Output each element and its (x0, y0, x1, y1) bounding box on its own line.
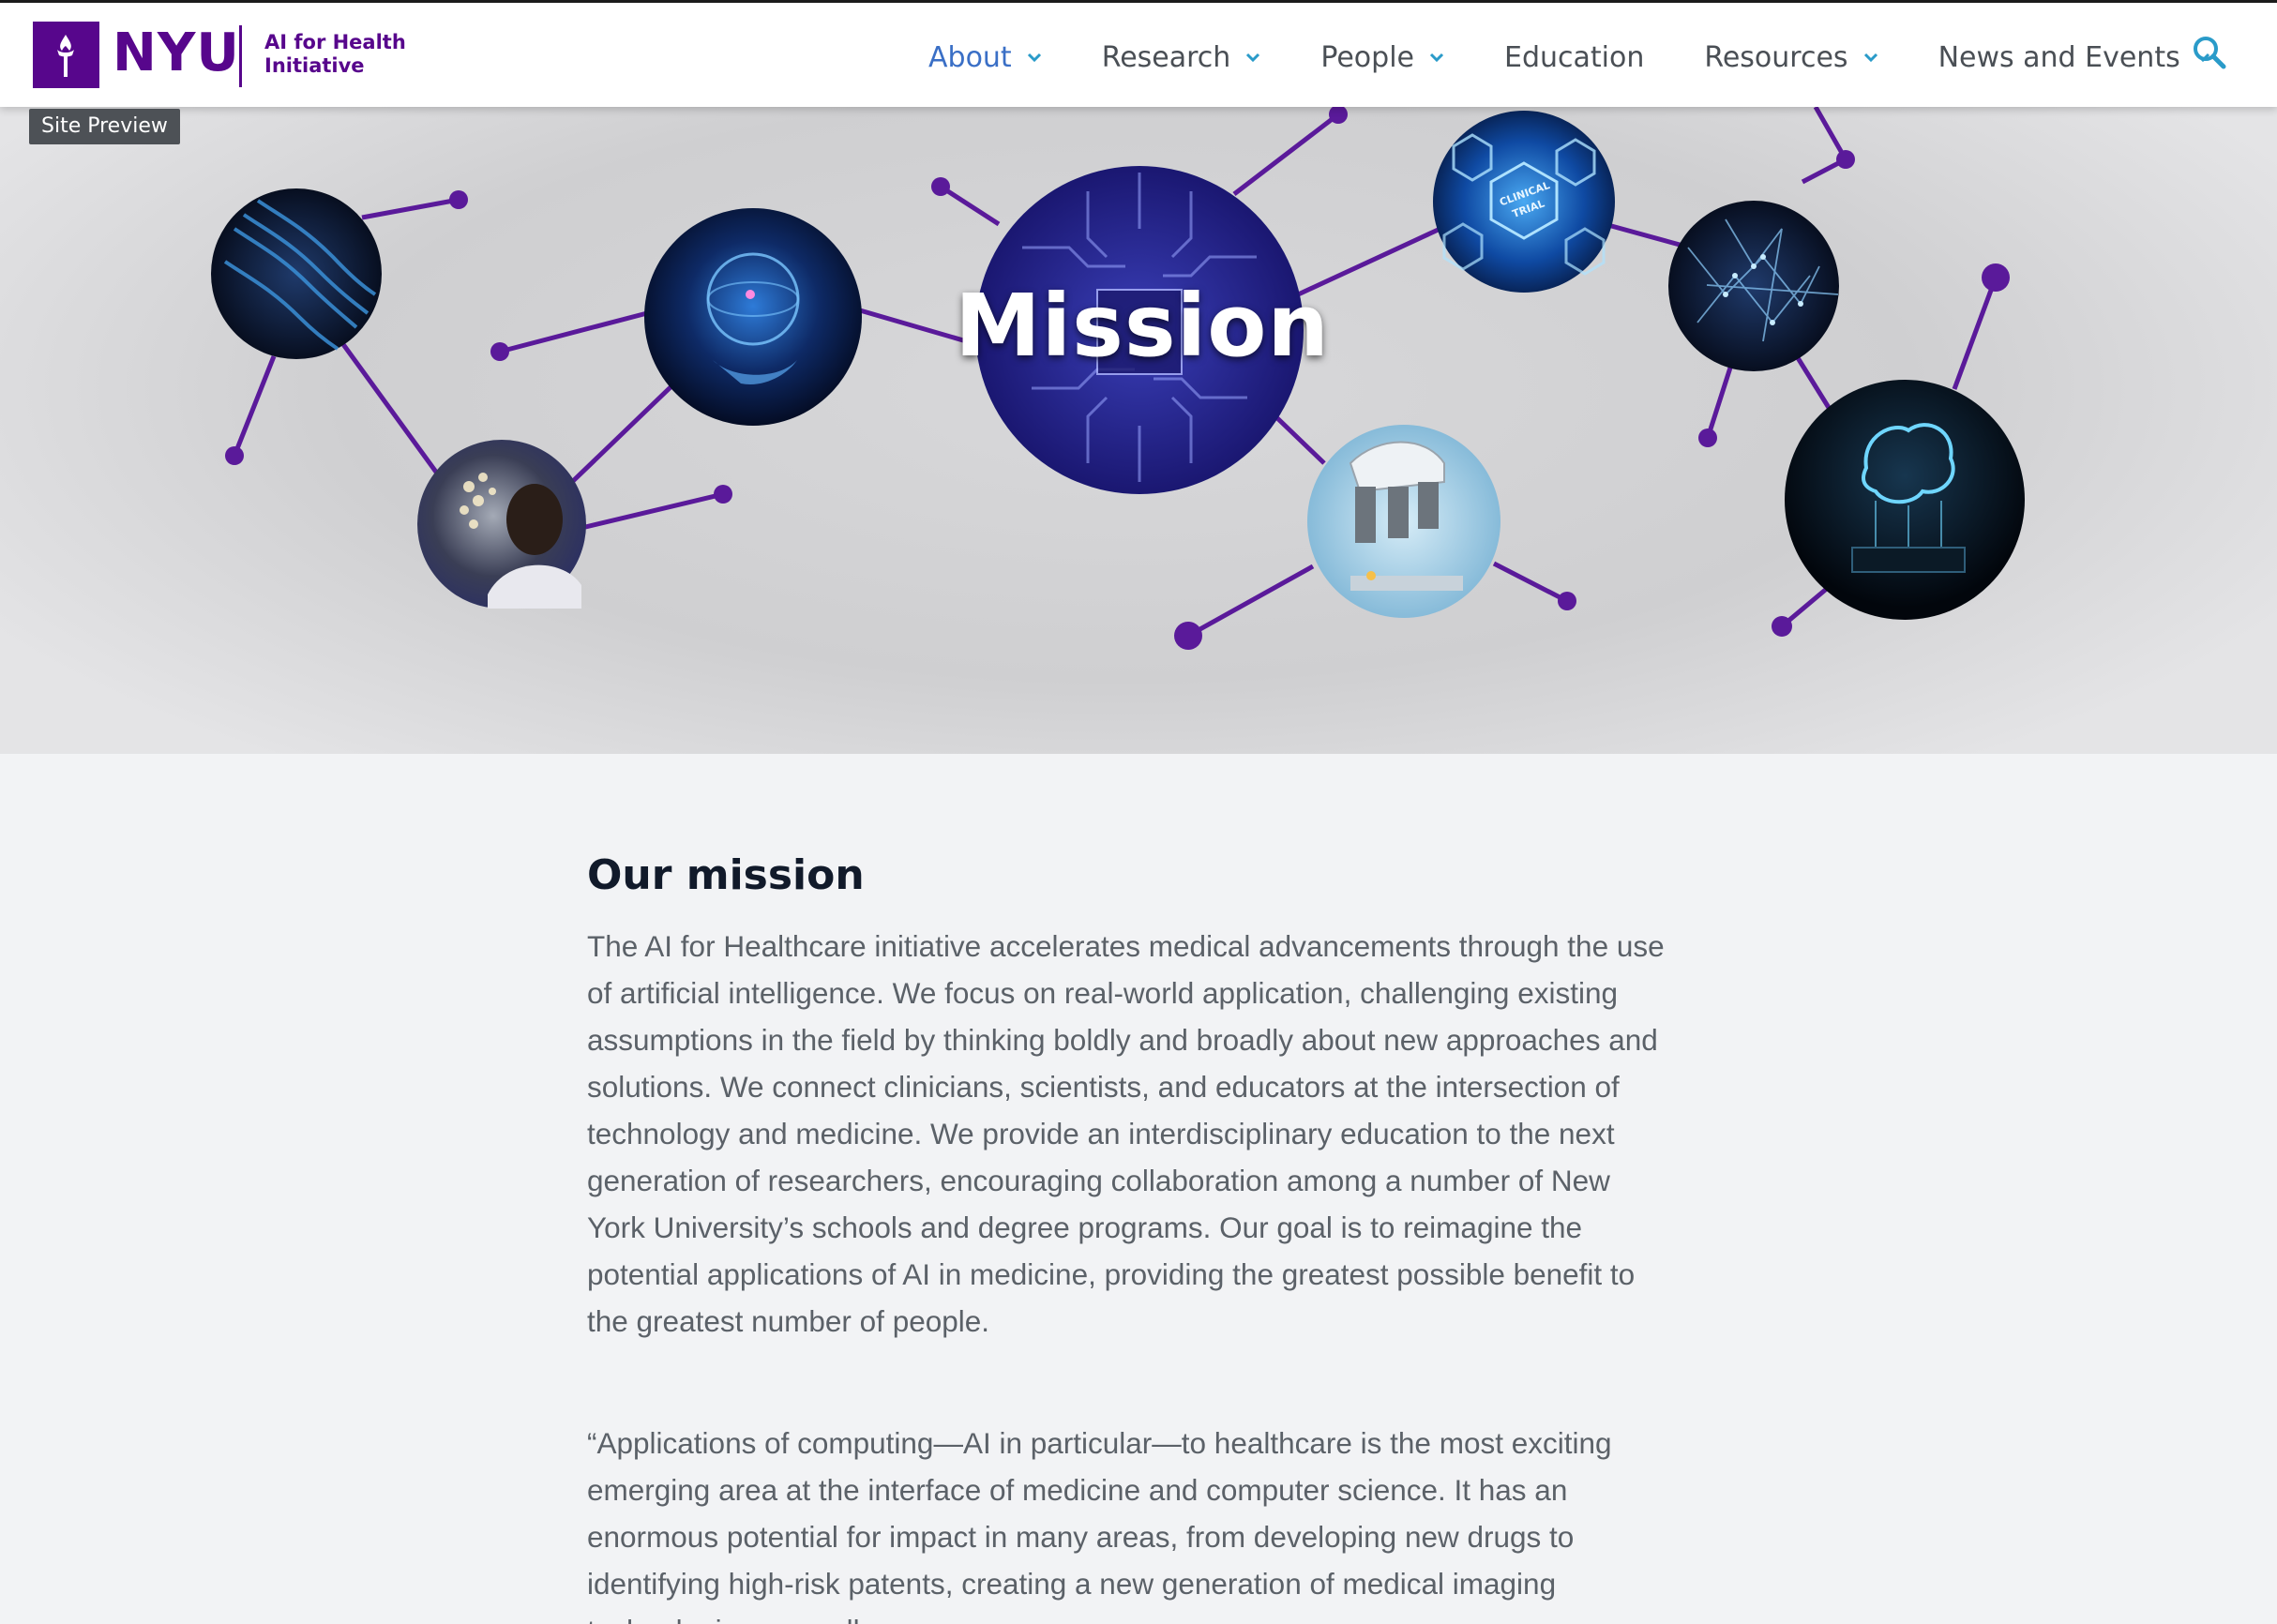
chevron-down-icon (1246, 53, 1260, 63)
section-heading: Our mission (587, 851, 865, 899)
nav-label: About (928, 40, 1012, 74)
neural-network-circle-image (1668, 201, 1839, 371)
main-nav: About Research People Education Resource… (928, 35, 2210, 80)
torch-icon (57, 35, 74, 77)
nav-label: Resources (1704, 40, 1848, 74)
site-header: NYU AI for Health Initiative About Resea… (0, 0, 2277, 107)
site-preview-badge: Site Preview (29, 109, 180, 144)
mission-paragraph: The AI for Healthcare initiative acceler… (587, 929, 1665, 1338)
microscope-circle-image (1307, 425, 1500, 618)
hero-banner: CLINICAL TRIAL Mission (0, 107, 2277, 754)
globe-hand-circle-image (644, 208, 862, 426)
nav-label: Education (1503, 40, 1645, 74)
nav-item-resources[interactable]: Resources (1704, 41, 1877, 74)
clinical-trial-circle-image: CLINICAL TRIAL (1433, 111, 1615, 293)
dna-circle-image (211, 188, 382, 359)
quote-paragraph: “Applications of computing—AI in particu… (587, 1426, 1612, 1624)
chevron-down-icon (1027, 53, 1041, 63)
initiative-name-line1: AI for Health (264, 31, 406, 53)
nav-label: People (1320, 40, 1414, 74)
nav-label: Research (1101, 40, 1231, 74)
nav-item-education[interactable]: Education (1504, 41, 1644, 74)
initiative-name[interactable]: AI for Health Initiative (264, 31, 406, 78)
chevron-down-icon (1863, 53, 1877, 63)
nav-item-about[interactable]: About (928, 41, 1042, 74)
nav-label: News and Events (1938, 40, 2180, 74)
search-icon[interactable] (2191, 34, 2228, 71)
hero-title: Mission (955, 276, 1330, 376)
main-content: Our mission The AI for Healthcare initia… (587, 848, 1666, 1624)
nav-item-people[interactable]: People (1320, 41, 1444, 74)
nyu-wordmark[interactable]: NYU (113, 20, 240, 87)
logo-divider (239, 25, 242, 87)
hero-network-graphic: CLINICAL TRIAL (211, 107, 2025, 650)
researcher-photo-circle (417, 440, 586, 609)
nav-item-research[interactable]: Research (1102, 41, 1261, 74)
brain-chip-circle-image (1785, 380, 2025, 620)
chevron-down-icon (1429, 53, 1444, 63)
initiative-name-line2: Initiative (264, 54, 365, 77)
nyu-torch-logo[interactable] (33, 22, 99, 88)
page: NYU AI for Health Initiative About Resea… (0, 0, 2277, 1624)
nav-item-news-and-events[interactable]: News and Events (1938, 41, 2210, 74)
